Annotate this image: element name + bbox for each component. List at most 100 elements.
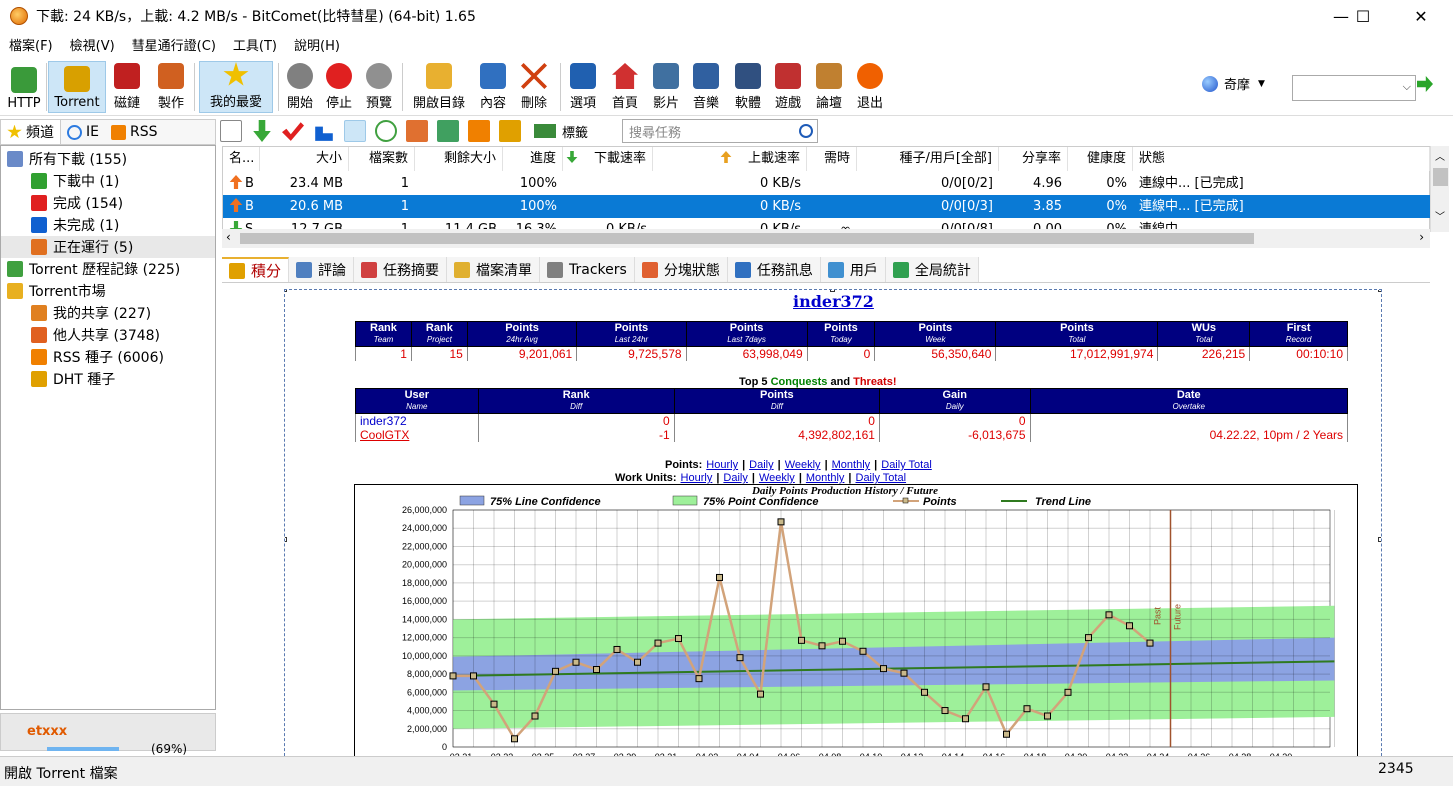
stats-link[interactable]: Monthly: [832, 459, 871, 471]
tree-item[interactable]: Torrent市場: [1, 280, 215, 302]
scroll-right-icon[interactable]: ›: [1419, 230, 1424, 244]
toolbar-folder-open-button[interactable]: 開啟目錄: [404, 61, 474, 113]
scroll-down-icon[interactable]: ﹀: [1435, 208, 1445, 223]
quicksearch-engine[interactable]: 奇摩 ▼: [1202, 74, 1265, 93]
scrollbar-thumb[interactable]: [240, 233, 1254, 244]
menu-item[interactable]: 說明(H): [285, 36, 348, 58]
resize-handle[interactable]: [285, 290, 287, 292]
tab-rss[interactable]: RSS: [105, 120, 164, 144]
download-arrow-icon[interactable]: [253, 120, 271, 142]
tab-ie[interactable]: IE: [61, 120, 105, 144]
rss-icon[interactable]: [468, 120, 490, 142]
menu-item[interactable]: 彗星通行證(C): [123, 36, 224, 58]
dht-icon[interactable]: [499, 120, 521, 142]
tree-item[interactable]: RSS 種子 (6006): [1, 346, 215, 368]
history-icon[interactable]: [375, 120, 397, 142]
menu-item[interactable]: 檔案(F): [0, 36, 61, 58]
resize-handle[interactable]: [830, 290, 835, 292]
incomplete-icon[interactable]: [315, 126, 333, 141]
scrollbar-thumb[interactable]: [1433, 168, 1448, 186]
column-header[interactable]: 健康度: [1068, 147, 1133, 171]
task-search-input[interactable]: 搜尋任務: [622, 119, 818, 143]
stats-link[interactable]: Hourly: [706, 459, 738, 471]
toolbar-star-button[interactable]: 我的最愛: [199, 61, 273, 113]
task-row[interactable]: B 20.6 MB 1 100% 0 KB/s 0/0[0/3] 3.85 0% 連線中... …: [223, 195, 1430, 218]
tab-summary[interactable]: 任務摘要: [354, 257, 448, 282]
chevron-down-icon[interactable]: ⌵: [1403, 80, 1411, 94]
tab-peers[interactable]: 用戶: [820, 257, 886, 282]
tab-trackers[interactable]: Trackers: [540, 257, 635, 282]
user-name-cell[interactable]: inder372: [355, 413, 479, 428]
column-header[interactable]: 狀態: [1133, 147, 1430, 171]
toolbar-home-button[interactable]: 首頁: [606, 61, 644, 113]
search-icon[interactable]: [799, 124, 813, 138]
resize-handle[interactable]: [1378, 290, 1381, 292]
column-header[interactable]: 分享率: [999, 147, 1068, 171]
tab-pieces[interactable]: 分塊狀態: [634, 257, 728, 282]
tab-comments[interactable]: 評論: [289, 257, 355, 282]
column-header[interactable]: 剩餘大小: [415, 147, 503, 171]
tree-item[interactable]: 我的共享 (227): [1, 302, 215, 324]
tree-item[interactable]: 未完成 (1): [1, 214, 215, 236]
toolbar-magnet-button[interactable]: 磁鏈: [108, 61, 146, 113]
tree-item[interactable]: 他人共享 (3748): [1, 324, 215, 346]
stats-username-link[interactable]: inder372: [793, 292, 874, 311]
task-list-vertical-scrollbar[interactable]: ︿ ﹀: [1430, 146, 1449, 232]
task-list-horizontal-scrollbar[interactable]: ‹ ›: [222, 229, 1430, 248]
toolbar-options-button[interactable]: 選項: [564, 61, 602, 113]
toolbar-make-torrent-button[interactable]: 製作: [150, 61, 192, 113]
toolbar-http-download-button[interactable]: HTTP: [2, 61, 46, 113]
toolbar-forum-button[interactable]: 論壇: [810, 61, 848, 113]
tab-channels[interactable]: 頻道: [1, 120, 61, 144]
menu-item[interactable]: 工具(T): [224, 36, 285, 58]
new-task-icon[interactable]: [220, 120, 242, 142]
menu-item[interactable]: 檢視(V): [61, 36, 123, 58]
resize-handle[interactable]: [285, 537, 287, 542]
stats-link[interactable]: Monthly: [806, 472, 845, 484]
tree-item[interactable]: 下載中 (1): [1, 170, 215, 192]
tab-points[interactable]: 積分: [222, 257, 290, 282]
quicksearch-input[interactable]: ⌵: [1292, 75, 1416, 101]
tab-global-stats[interactable]: 全局統計: [885, 257, 979, 282]
stats-link[interactable]: Weekly: [759, 472, 795, 484]
tree-item[interactable]: 正在運行 (5): [1, 236, 215, 258]
tree-item[interactable]: Torrent 歷程記錄 (225): [1, 258, 215, 280]
toolbar-play-button[interactable]: 開始: [281, 61, 319, 113]
toolbar-preview-button[interactable]: 預覽: [360, 61, 398, 113]
toolbar-game-button[interactable]: 遊戲: [769, 61, 807, 113]
download-share-icon[interactable]: [437, 120, 459, 142]
tab-file-list[interactable]: 檔案清單: [447, 257, 541, 282]
resize-handle[interactable]: [1378, 537, 1381, 542]
stats-link[interactable]: Daily Total: [881, 459, 932, 471]
tree-item[interactable]: 所有下載 (155): [1, 148, 215, 170]
checkmark-icon[interactable]: [282, 122, 304, 141]
stats-link[interactable]: Daily: [723, 472, 747, 484]
column-header[interactable]: 上載速率: [653, 147, 807, 171]
toolbar-delete-button[interactable]: 刪除: [515, 61, 553, 113]
stats-link[interactable]: Hourly: [681, 472, 713, 484]
user-name-cell[interactable]: CoolGTX: [355, 428, 479, 442]
column-header[interactable]: 大小: [260, 147, 349, 171]
tree-item[interactable]: DHT 種子: [1, 368, 215, 390]
task-row[interactable]: B 23.4 MB 1 100% 0 KB/s 0/0[0/2] 4.96 0% 連線中... …: [223, 172, 1430, 195]
stats-link[interactable]: Daily Total: [856, 472, 907, 484]
column-header[interactable]: 名...: [223, 147, 260, 171]
toolbar-torrent-button[interactable]: Torrent: [48, 61, 106, 113]
tag-button[interactable]: 標籤: [534, 122, 588, 141]
column-header[interactable]: 需時: [807, 147, 857, 171]
column-header[interactable]: 種子/用戶[全部]: [857, 147, 999, 171]
close-button[interactable]: ✕: [1398, 0, 1444, 32]
maximize-button[interactable]: ☐: [1340, 0, 1386, 32]
toolbar-properties-button[interactable]: 內容: [474, 61, 512, 113]
tree-item[interactable]: 完成 (154): [1, 192, 215, 214]
upload-share-icon[interactable]: [406, 120, 428, 142]
toolbar-music-button[interactable]: 音樂: [687, 61, 725, 113]
column-header[interactable]: 進度: [503, 147, 563, 171]
stats-link[interactable]: Daily: [749, 459, 773, 471]
toolbar-exit-button[interactable]: 退出: [851, 61, 889, 113]
column-header[interactable]: 下載速率: [563, 147, 653, 171]
running-filter-icon[interactable]: [344, 120, 366, 142]
tab-task-log[interactable]: 任務訊息: [727, 257, 821, 282]
toolbar-stop-button[interactable]: 停止: [320, 61, 358, 113]
scroll-up-icon[interactable]: ︿: [1435, 148, 1445, 163]
